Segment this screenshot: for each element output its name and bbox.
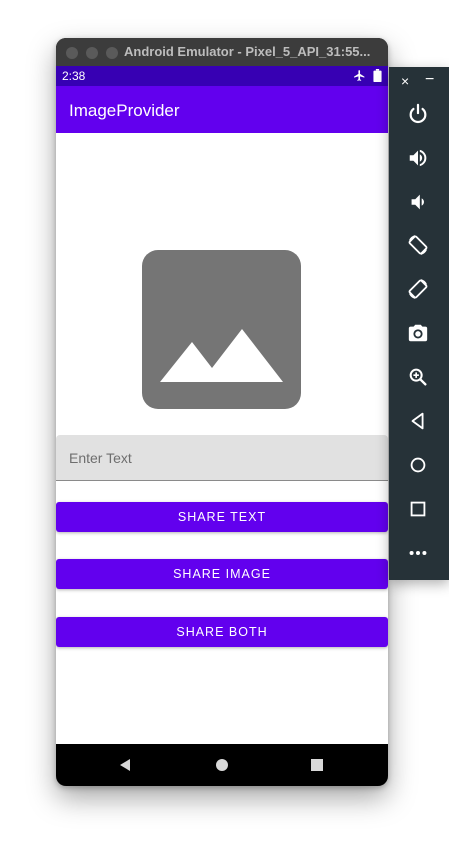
status-icons: [353, 68, 382, 83]
volume-down-icon: [411, 194, 424, 210]
more-button[interactable]: [404, 539, 432, 567]
back-icon: [411, 412, 424, 430]
window-title: Android Emulator - Pixel_5_API_31:55...: [124, 44, 371, 59]
volume-up-button[interactable]: [404, 144, 432, 172]
toolbar-window-controls: × −: [389, 71, 449, 93]
minimize-window-button[interactable]: [86, 47, 98, 59]
share-both-button[interactable]: SHARE BOTH: [56, 617, 388, 647]
nav-recents-button[interactable]: [308, 756, 326, 774]
status-time: 2:38: [62, 69, 86, 83]
text-input-field[interactable]: [56, 435, 388, 481]
rotate-left-button[interactable]: [404, 231, 432, 259]
toolbar-minimize-button[interactable]: −: [425, 71, 434, 89]
enter-text-input[interactable]: [56, 435, 388, 480]
volume-down-button[interactable]: [404, 188, 432, 216]
status-bar: 2:38: [56, 66, 388, 86]
zoom-button[interactable]: [404, 363, 432, 391]
phone-screen: 2:38 ImageProvider Enter Text SHARE TEXT…: [56, 66, 388, 786]
battery-icon: [373, 69, 382, 83]
share-text-button[interactable]: SHARE TEXT: [56, 502, 388, 532]
image-view: [142, 250, 301, 409]
nav-home-button[interactable]: [213, 756, 231, 774]
emulator-window: Android Emulator - Pixel_5_API_31:55... …: [56, 38, 388, 786]
image-icon: [142, 250, 301, 409]
more-icon: [409, 550, 427, 556]
share-image-button[interactable]: SHARE IMAGE: [56, 559, 388, 589]
power-icon: [409, 103, 427, 124]
home-icon: [216, 759, 228, 771]
app-title: ImageProvider: [69, 101, 180, 120]
toolbar-close-button[interactable]: ×: [401, 73, 409, 89]
overview-button[interactable]: [404, 495, 432, 523]
home-button[interactable]: [404, 451, 432, 479]
window-titlebar[interactable]: Android Emulator - Pixel_5_API_31:55...: [56, 38, 388, 67]
overview-icon: [410, 501, 426, 517]
recents-icon: [311, 759, 323, 771]
airplane-icon: [353, 70, 365, 82]
back-icon: [120, 759, 130, 771]
navigation-bar: [56, 744, 388, 786]
main-content: SHARE TEXT SHARE IMAGE SHARE BOTH: [56, 133, 388, 744]
back-button[interactable]: [404, 407, 432, 435]
nav-back-button[interactable]: [116, 756, 134, 774]
close-window-button[interactable]: [66, 47, 78, 59]
app-bar: ImageProvider: [56, 86, 388, 133]
rotate-right-icon: [408, 279, 428, 299]
camera-icon: [408, 324, 428, 342]
emulator-side-toolbar: × −: [389, 67, 449, 580]
zoom-window-button[interactable]: [106, 47, 118, 59]
rotate-left-icon: [408, 235, 428, 255]
screenshot-button[interactable]: [404, 319, 432, 347]
power-button[interactable]: [404, 100, 432, 128]
zoom-icon: [409, 368, 427, 386]
rotate-right-button[interactable]: [404, 275, 432, 303]
home-icon: [410, 457, 426, 473]
volume-up-icon: [409, 149, 427, 167]
